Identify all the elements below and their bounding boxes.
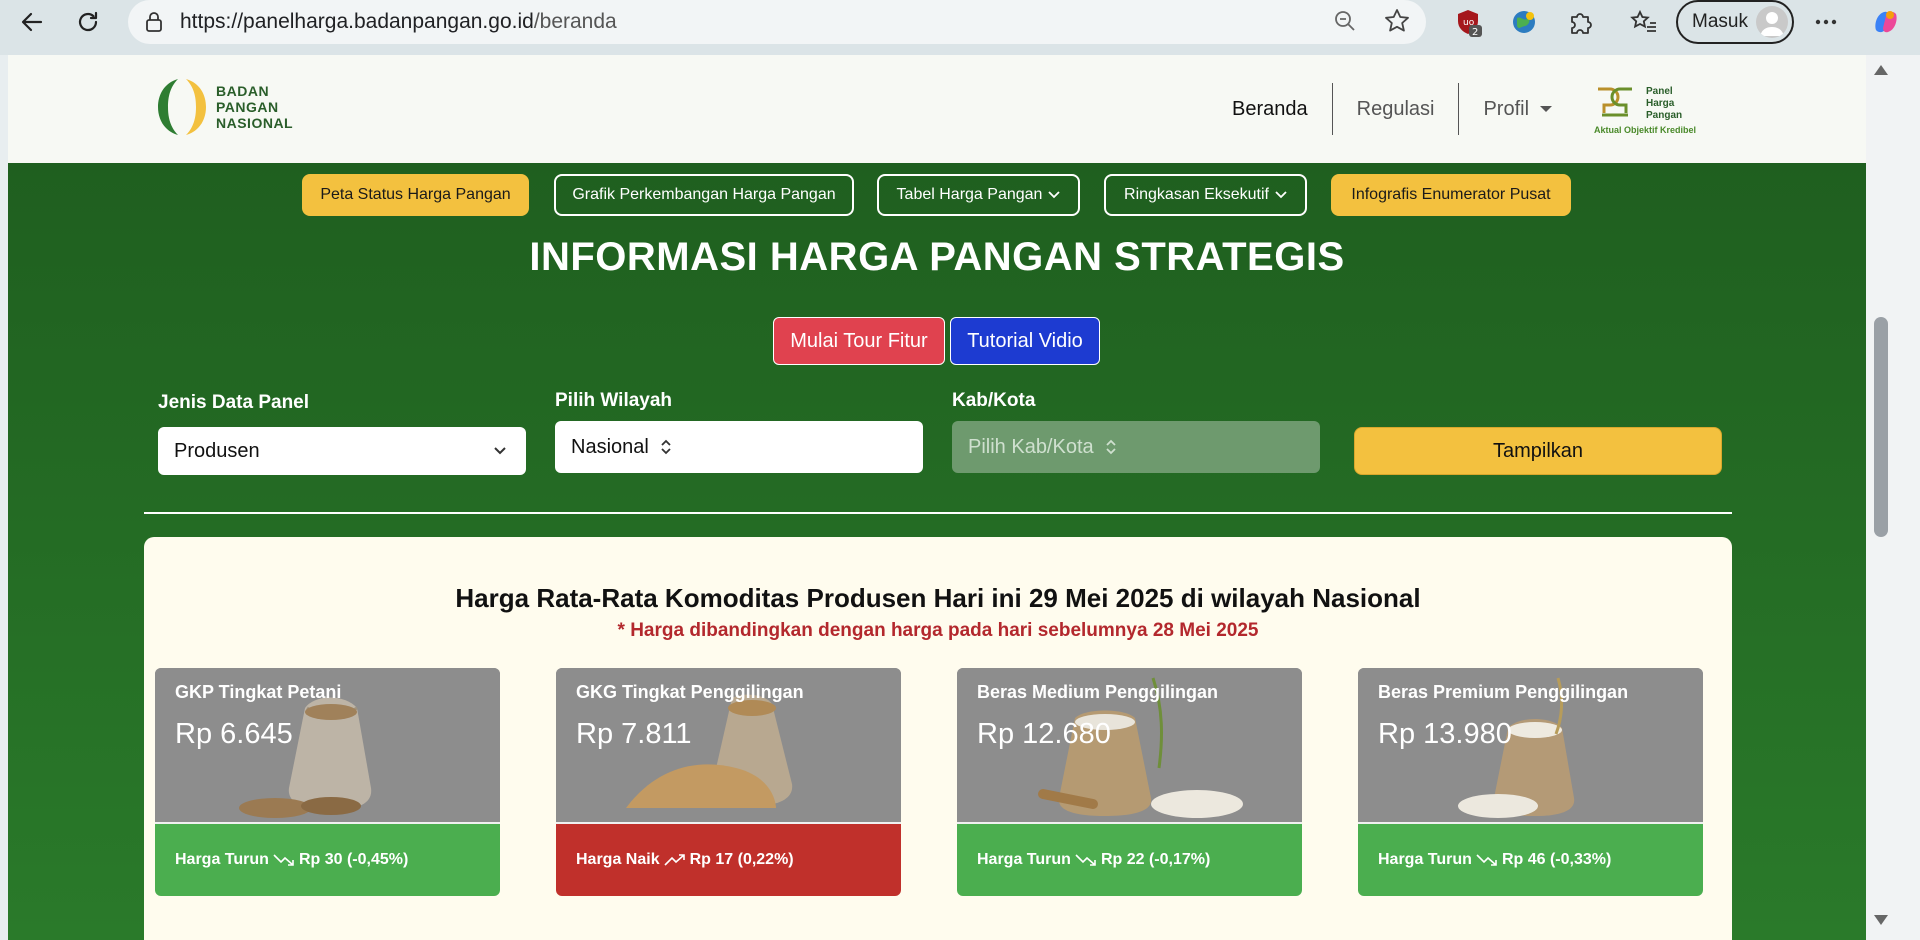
- page-title: INFORMASI HARGA PANGAN STRATEGIS: [529, 235, 1345, 279]
- price-panel: Harga Rata-Rata Komoditas Produsen Hari …: [144, 537, 1732, 940]
- page-viewport: BADAN PANGAN NASIONAL Beranda Regulasi P…: [8, 55, 1866, 940]
- menu-regulasi[interactable]: Regulasi: [1333, 83, 1459, 135]
- price-change-status: Harga Turun Rp 30 (-0,45%): [155, 822, 500, 896]
- kab-kota-select[interactable]: Pilih Kab/Kota: [952, 421, 1320, 473]
- copilot-icon[interactable]: [1870, 6, 1902, 38]
- commodity-price: Rp 12.680: [977, 718, 1111, 750]
- commodity-card-gkp[interactable]: GKP Tingkat Petani Rp 6.645 Harga Turun …: [155, 668, 500, 896]
- trend-down-icon: [1476, 854, 1497, 866]
- wilayah-label: Pilih Wilayah: [555, 390, 673, 411]
- updown-icon: [659, 437, 673, 457]
- reload-icon[interactable]: [70, 4, 106, 40]
- trend-up-icon: [664, 854, 685, 866]
- chevron-down-icon: [1048, 191, 1061, 199]
- section-divider: [144, 512, 1732, 514]
- panel-title: Harga Rata-Rata Komoditas Produsen Hari …: [455, 583, 1421, 613]
- site-header: BADAN PANGAN NASIONAL Beranda Regulasi P…: [8, 55, 1866, 163]
- start-tour-button[interactable]: Mulai Tour Fitur: [773, 317, 945, 365]
- pill-grafik-perkembangan[interactable]: Grafik Perkembangan Harga Pangan: [554, 174, 854, 216]
- jenis-data-label: Jenis Data Panel: [158, 392, 310, 413]
- address-bar[interactable]: https://panelharga.badanpangan.go.id/ber…: [128, 0, 1426, 44]
- commodity-card-beras-premium[interactable]: Beras Premium Penggilingan Rp 13.980 Har…: [1358, 668, 1703, 896]
- price-change-status: Harga Turun Rp 46 (-0,33%): [1358, 822, 1703, 896]
- chevron-down-icon: [1275, 191, 1287, 199]
- menu-beranda[interactable]: Beranda: [1208, 83, 1332, 135]
- globe-extension-icon[interactable]: [1508, 6, 1540, 38]
- url-text: https://panelharga.badanpangan.go.id/ber…: [180, 10, 617, 33]
- bpn-logo[interactable]: BADAN PANGAN NASIONAL: [156, 75, 293, 139]
- pill-tabel-harga[interactable]: Tabel Harga Pangan: [877, 174, 1080, 216]
- pill-infografis-enumerator[interactable]: Infografis Enumerator Pusat: [1331, 174, 1571, 216]
- chevron-down-icon: [494, 447, 506, 455]
- avatar: [1756, 6, 1788, 38]
- kab-kota-placeholder: Pilih Kab/Kota: [968, 435, 1094, 458]
- panel-harga-logo-icon: Panel Harga Pangan Aktual Objektif Kredi…: [1594, 86, 1696, 135]
- price-change-status: Harga Turun Rp 22 (-0,17%): [957, 822, 1302, 896]
- jenis-data-value: Produsen: [174, 439, 260, 462]
- tampilkan-button[interactable]: Tampilkan: [1354, 427, 1722, 475]
- scroll-down-icon[interactable]: [1872, 913, 1890, 927]
- pill-peta-status[interactable]: Peta Status Harga Pangan: [302, 174, 529, 216]
- commodity-price: Rp 7.811: [576, 718, 692, 750]
- pill-ringkasan-eksekutif[interactable]: Ringkasan Eksekutif: [1104, 174, 1307, 216]
- trend-down-icon: [273, 854, 294, 866]
- commodity-price: Rp 6.645: [175, 718, 293, 750]
- extensions-puzzle-icon[interactable]: [1564, 6, 1596, 38]
- sign-in-label: Masuk: [1692, 11, 1748, 32]
- commodity-name: GKP Tingkat Petani: [175, 682, 342, 702]
- trend-down-icon: [1075, 854, 1096, 866]
- commodity-price: Rp 13.980: [1378, 718, 1512, 750]
- ublock-extension-icon[interactable]: uo 2: [1452, 6, 1484, 38]
- commodity-card-beras-medium[interactable]: Beras Medium Penggilingan Rp 12.680 Harg…: [957, 668, 1302, 896]
- commodity-name: GKG Tingkat Penggilingan: [576, 682, 804, 702]
- zoom-icon[interactable]: [1332, 8, 1358, 34]
- svg-text:Pangan: Pangan: [1646, 110, 1682, 121]
- scrollbar-thumb[interactable]: [1874, 317, 1888, 537]
- favorites-list-icon[interactable]: [1628, 6, 1660, 38]
- commodity-card-gkg[interactable]: GKG Tingkat Penggilingan Rp 7.811 Harga …: [556, 668, 901, 896]
- panel-harga-logo[interactable]: Panel Harga Pangan Aktual Objektif Kredi…: [1586, 81, 1706, 142]
- bpn-logo-icon: [158, 79, 206, 135]
- svg-text:Panel: Panel: [1646, 86, 1673, 97]
- updown-icon: [1104, 437, 1118, 457]
- svg-text:2: 2: [1472, 27, 1478, 37]
- jenis-data-select[interactable]: Produsen: [158, 427, 526, 475]
- scroll-up-icon[interactable]: [1872, 63, 1890, 77]
- commodity-name: Beras Premium Penggilingan: [1378, 682, 1629, 702]
- site-info-icon[interactable]: [142, 10, 166, 34]
- more-options-icon[interactable]: [1810, 6, 1842, 38]
- price-change-status: Harga Naik Rp 17 (0,22%): [556, 822, 901, 896]
- caret-down-icon: [1540, 106, 1553, 112]
- wilayah-select[interactable]: Nasional: [555, 421, 923, 473]
- menu-profil[interactable]: Profil: [1459, 83, 1577, 135]
- wilayah-value: Nasional: [571, 435, 649, 458]
- svg-text:Aktual Objektif Kredibel: Aktual Objektif Kredibel: [1594, 125, 1696, 135]
- sign-in-button[interactable]: Masuk: [1676, 0, 1794, 44]
- commodity-name: Beras Medium Penggilingan: [977, 682, 1219, 702]
- tutorial-video-button[interactable]: Tutorial Vidio: [950, 317, 1100, 365]
- panel-subtitle: * Harga dibandingkan dengan harga pada h…: [617, 620, 1259, 641]
- back-icon[interactable]: [14, 4, 50, 40]
- bpn-logo-text: BADAN PANGAN NASIONAL: [216, 83, 294, 131]
- svg-text:Harga: Harga: [1646, 98, 1675, 109]
- main-menu: Beranda Regulasi Profil: [1208, 83, 1577, 135]
- kab-kota-label: Kab/Kota: [952, 390, 1036, 411]
- favorite-star-icon[interactable]: [1382, 6, 1412, 36]
- page-scrollbar[interactable]: [1866, 55, 1920, 940]
- browser-toolbar: https://panelharga.badanpangan.go.id/ber…: [0, 0, 1920, 55]
